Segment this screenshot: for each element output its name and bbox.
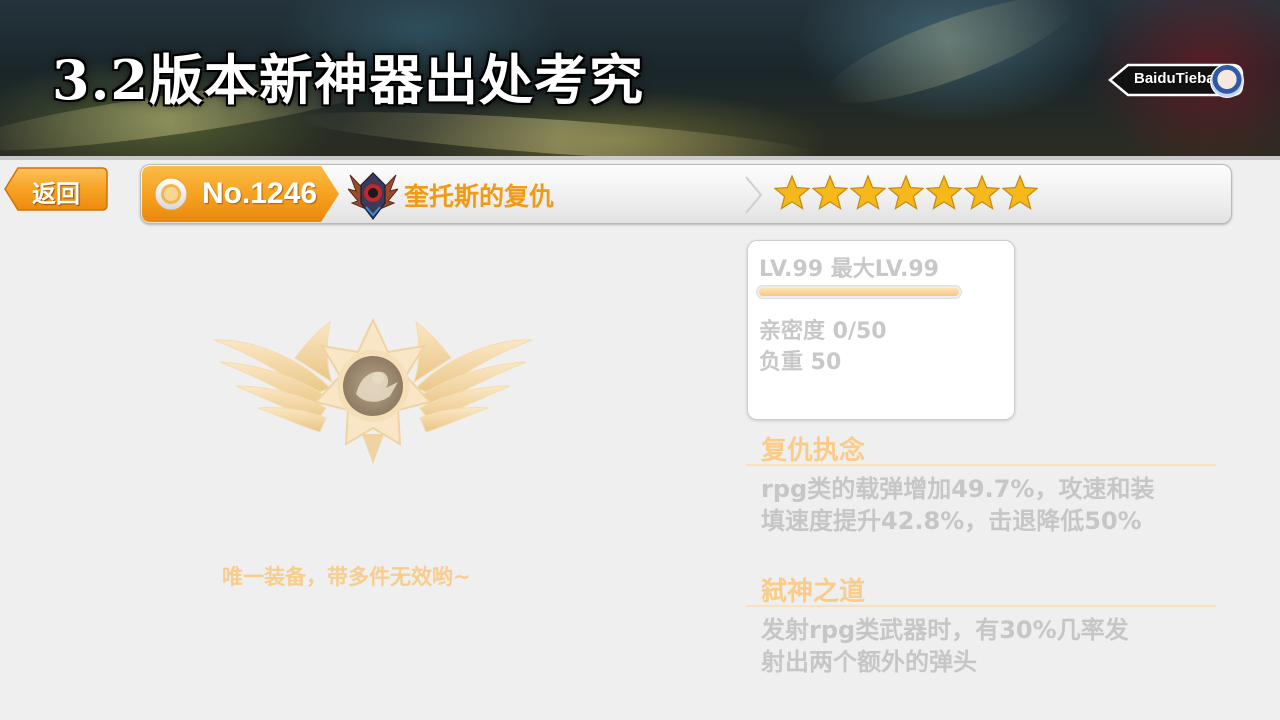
exp-progress-fill [759, 288, 959, 296]
stats-card: LV.99 最大LV.99 亲密度 0/50 负重 50 [747, 240, 1015, 420]
tieba-watermark: BaiduTieba [1108, 62, 1246, 98]
exp-progress-bar [756, 285, 962, 299]
skill-desc-line: 填速度提升42.8%，击退降低50% [761, 507, 1142, 535]
skill-title-1: 复仇执念 [761, 436, 866, 466]
skill-desc-line: 射出两个额外的弹头 [761, 648, 977, 676]
star-icon [1002, 174, 1038, 210]
skill-divider [746, 464, 1216, 466]
star-icon [964, 174, 1000, 210]
artifact-emblem-image [213, 318, 533, 464]
unique-equip-note: 唯一装备，带多件无效哟~ [222, 565, 471, 589]
star-icon [850, 174, 886, 210]
item-name: 奎托斯的复仇 [404, 182, 555, 211]
item-number: No.1246 [202, 177, 318, 210]
star-icon [812, 174, 848, 210]
skill-desc-line: 发射rpg类武器时，有30%几率发 [761, 616, 1129, 644]
weight-text: 负重 50 [759, 350, 842, 375]
star-icon [888, 174, 924, 210]
banner-art [817, 0, 1083, 123]
affinity-text: 亲密度 0/50 [759, 319, 887, 344]
page-title: 3.2版本新神器出处考究 [52, 48, 644, 112]
star-rating [774, 173, 1038, 215]
chevron-right-icon [745, 176, 763, 214]
item-info-bar: No.1246 奎托斯的复仇 [140, 164, 1232, 224]
back-button-label: 返回 [32, 180, 80, 208]
skill-description-1: rpg类的载弹增加49.7%，攻速和装 填速度提升42.8%，击退降低50% [761, 473, 1211, 537]
skill-divider [746, 605, 1216, 607]
level-text: LV.99 最大LV.99 [759, 257, 939, 282]
back-button[interactable]: 返回 [4, 166, 108, 212]
star-icon [774, 174, 810, 210]
tieba-label: BaiduTieba [1134, 70, 1215, 87]
avatar [1210, 64, 1244, 98]
skill-description-2: 发射rpg类武器时，有30%几率发 射出两个额外的弹头 [761, 614, 1211, 678]
skill-desc-line: rpg类的载弹增加49.7%，攻速和装 [761, 475, 1155, 503]
skill-title-2: 弑神之道 [761, 577, 866, 607]
star-icon [926, 174, 962, 210]
winged-skull-emblem-icon [348, 172, 398, 220]
header-divider [0, 156, 1280, 160]
header-banner: 3.2版本新神器出处考究 BaiduTieba [0, 0, 1280, 156]
